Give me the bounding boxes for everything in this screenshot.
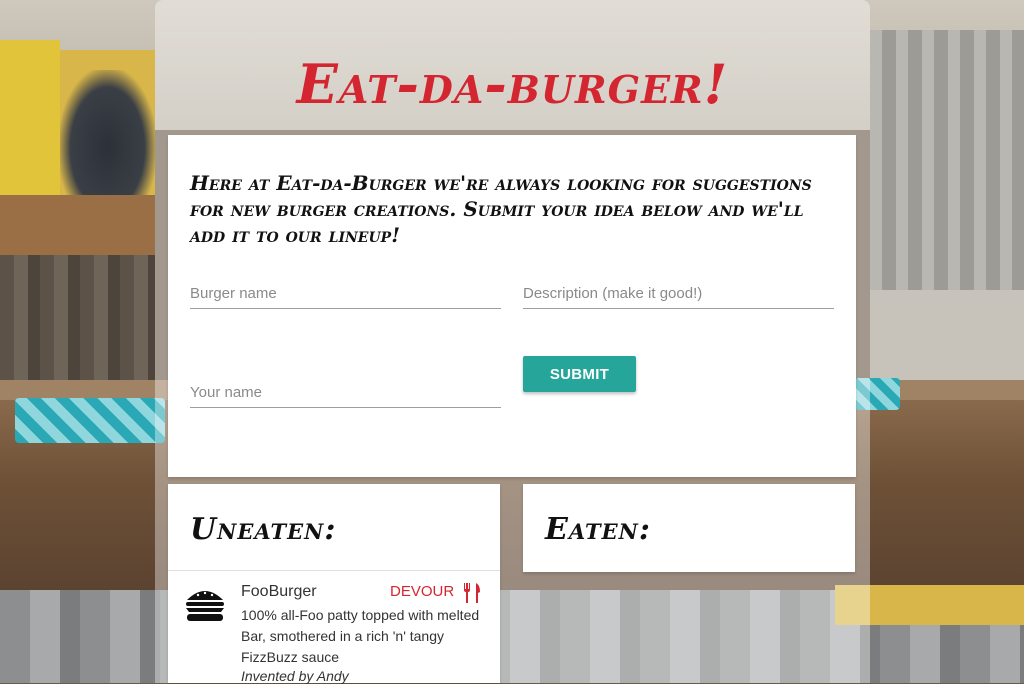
devour-button[interactable]: DEVOUR	[390, 583, 454, 600]
suggestion-form-card: Here at Eat-da-Burger we're always looki…	[168, 135, 856, 477]
eaten-card: Eaten:	[523, 484, 855, 572]
intro-text: Here at Eat-da-Burger we're always looki…	[190, 171, 812, 247]
uneaten-card: Uneaten: FooBurger DEVOUR 100% all-Foo p…	[168, 484, 500, 684]
submit-button[interactable]: SUBMIT	[523, 356, 636, 392]
burger-description: 100% all-Foo patty topped with melted Ba…	[241, 607, 480, 665]
list-item: FooBurger DEVOUR 100% all-Foo patty topp…	[168, 572, 500, 684]
brand-title: Eat-da-burger!	[296, 52, 729, 116]
your-name-input[interactable]	[190, 377, 501, 408]
burger-icon	[186, 591, 224, 621]
burger-name-input[interactable]	[190, 278, 501, 309]
burger-name: FooBurger	[241, 583, 317, 600]
burger-inventor: Invented by Andy	[241, 668, 349, 684]
eaten-heading: Eaten:	[545, 512, 651, 547]
fork-knife-icon[interactable]	[462, 582, 482, 604]
description-input[interactable]	[523, 278, 834, 309]
uneaten-heading: Uneaten:	[190, 512, 337, 547]
divider	[168, 570, 500, 571]
